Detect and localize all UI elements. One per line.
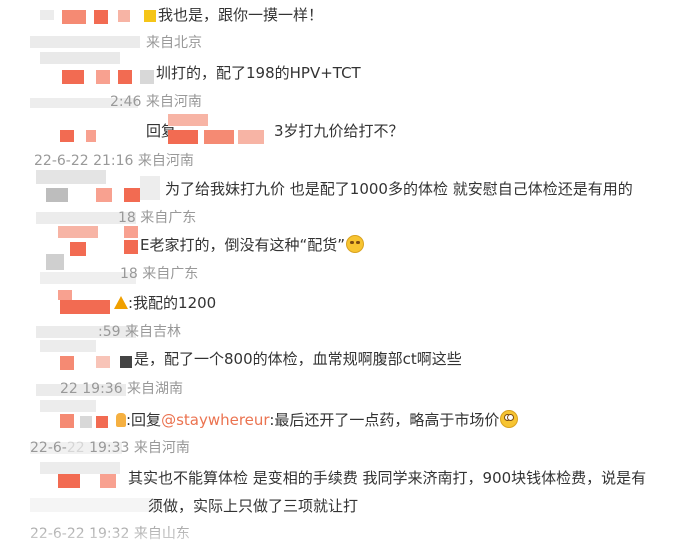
comment-text: 圳打的，配了198的HPV+TCT — [156, 64, 361, 82]
comment-text: 3岁打九价给打不？ — [274, 122, 404, 140]
pixelated-username[interactable] — [30, 498, 156, 512]
pixelated-username[interactable] — [40, 340, 96, 352]
pixelated-username[interactable] — [86, 130, 96, 142]
pixelated-username[interactable] — [70, 242, 86, 256]
pixelated-username[interactable] — [40, 462, 120, 474]
pixelated-username[interactable] — [94, 10, 108, 24]
comment-text: :回复@staywhereur:最后还开了一点药，略高于市场价 — [116, 410, 519, 429]
pixelated-username[interactable] — [100, 474, 116, 488]
comment-meta: 18 来自广东 — [120, 266, 199, 282]
pixelated-username[interactable] — [60, 130, 74, 142]
comment-meta: 18 来自广东 — [118, 210, 197, 226]
comment-text: :我配的1200 — [114, 294, 216, 312]
pixelated-mention[interactable] — [238, 130, 264, 144]
pixelated-username[interactable] — [40, 52, 120, 64]
comment-text: E老家打的，倒没有这种“配货” — [140, 235, 365, 254]
comment-text: 我也是，跟你一摸一样！ — [158, 6, 324, 24]
mention-link[interactable]: @staywhereur — [161, 411, 269, 429]
avatar-pixel — [140, 176, 160, 200]
comment-text: 为了给我妹打九价 也是配了1000多的体检 就安慰自己体检还是有用的 — [165, 180, 633, 198]
pixelated-timestamp — [30, 36, 140, 48]
pixelated-username[interactable] — [124, 240, 138, 254]
pixelated-username[interactable] — [118, 70, 132, 84]
pixelated-username[interactable] — [36, 170, 106, 184]
pixelated-username[interactable] — [124, 188, 140, 202]
pixelated-username[interactable] — [118, 10, 130, 22]
pixelated-username[interactable] — [96, 70, 110, 84]
pixelated-username[interactable] — [58, 474, 80, 488]
pixelated-mention[interactable] — [168, 114, 208, 126]
avatar-pixel — [120, 356, 132, 368]
comment-text: 其实也不能算体检 是变相的手续费 我同学来济南打，900块钱体检费，说是有 — [128, 469, 647, 487]
pixelated-mention[interactable] — [168, 130, 198, 144]
comment-meta: 来自北京 — [146, 35, 202, 51]
comment-meta: :59 来自吉林 — [98, 324, 181, 340]
laughing-tears-emoji — [346, 235, 365, 253]
pixelated-mention[interactable] — [204, 130, 234, 144]
comment-text-line2: 须做，实际上只做了三项就让打 — [148, 497, 359, 515]
avatar-pixel — [144, 10, 156, 22]
pixelated-username[interactable] — [96, 416, 108, 428]
pixelated-username[interactable] — [40, 400, 96, 412]
comment-meta: 22-6-22 19:33 来自河南 — [30, 440, 190, 456]
pixelated-username[interactable] — [58, 290, 72, 300]
pixelated-username[interactable] — [124, 226, 138, 238]
pixelated-username[interactable] — [60, 414, 74, 428]
warning-icon — [114, 296, 128, 309]
pixelated-username[interactable] — [60, 300, 110, 314]
hand-icon — [116, 413, 126, 427]
shocked-emoji — [500, 410, 519, 428]
comment-meta: 22 19:36 来自湖南 — [60, 381, 184, 397]
pixelated-username[interactable] — [62, 10, 86, 24]
pixelated-username[interactable] — [58, 226, 98, 238]
pixelated-timestamp — [46, 254, 64, 270]
pixelated-username[interactable] — [96, 356, 110, 368]
comment-meta: 22-6-22 21:16 来自河南 — [34, 153, 194, 169]
pixelated-username[interactable] — [40, 10, 54, 20]
pixelated-username[interactable] — [80, 416, 92, 428]
comment-text: 是，配了一个800的体检，血常规啊腹部ct啊这些 — [134, 350, 462, 368]
pixelated-username[interactable] — [62, 70, 84, 84]
pixelated-username[interactable] — [46, 188, 68, 202]
avatar-pixel — [140, 70, 154, 84]
pixelated-username[interactable] — [60, 356, 74, 370]
comment-meta: 2:46 来自河南 — [110, 94, 202, 110]
pixelated-username[interactable] — [96, 188, 112, 202]
comment-meta: 22-6-22 19:32 来自山东 — [30, 526, 190, 542]
